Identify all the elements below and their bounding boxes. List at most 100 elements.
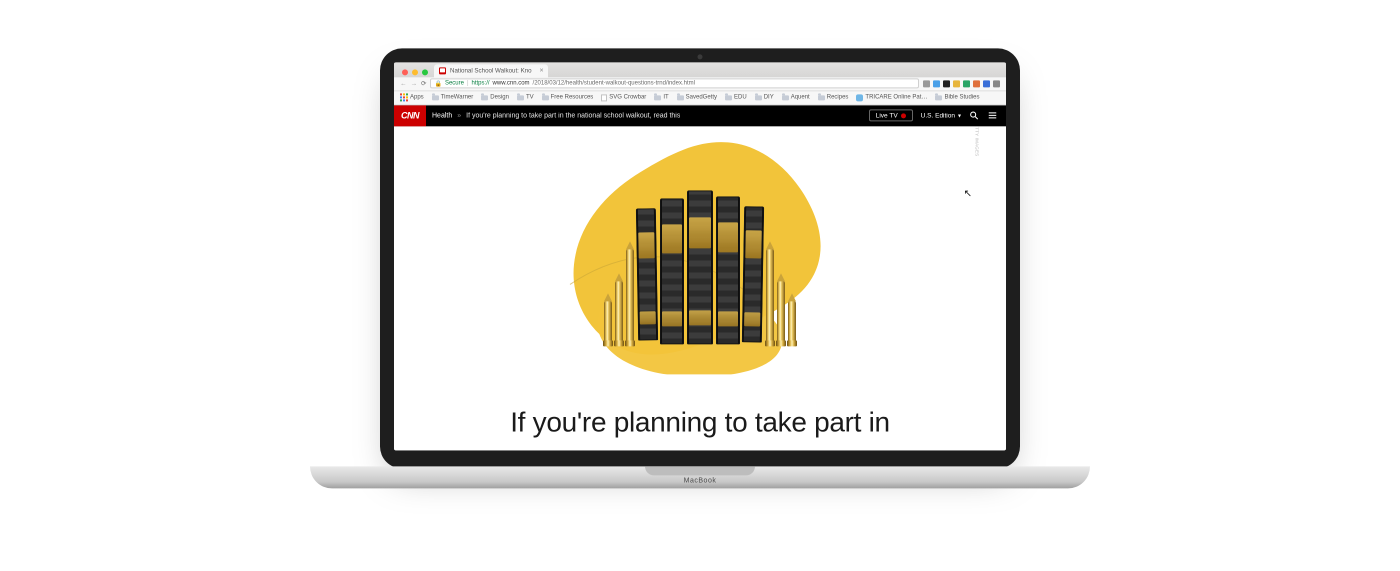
folder-icon xyxy=(654,95,661,100)
bookmark-item[interactable]: Design xyxy=(481,94,509,100)
url-host: www.cnn.com xyxy=(493,80,530,86)
extension-icon[interactable] xyxy=(963,80,970,87)
bookmark-label: DIY xyxy=(764,94,774,100)
bookmark-item[interactable]: EDU xyxy=(725,94,747,100)
article-headline: If you're planning to take part in xyxy=(510,406,890,438)
nav-back-icon[interactable]: ← xyxy=(400,80,407,87)
bookmark-label: IT xyxy=(663,94,668,100)
books-and-bullets xyxy=(604,190,796,344)
profile-icon[interactable] xyxy=(983,80,990,87)
nav-reload-icon[interactable]: ⟳ xyxy=(421,79,426,87)
extension-icon[interactable] xyxy=(943,80,950,87)
book-icon xyxy=(660,198,684,344)
bookmark-label: SavedGetty xyxy=(686,94,717,100)
bullet-icon xyxy=(615,280,623,344)
browser-toolbar: ← → ⟳ 🔒 Secure | https://www.cnn.com/201… xyxy=(394,77,1006,91)
live-tv-label: Live TV xyxy=(876,112,898,119)
folder-icon xyxy=(432,95,439,100)
tab-favicon-icon xyxy=(439,67,446,74)
bookmark-item[interactable]: SVG Crowbar xyxy=(601,94,646,101)
bookmark-item[interactable]: TV xyxy=(517,94,534,100)
extension-icons xyxy=(923,80,1000,87)
browser-tab[interactable]: National School Walkout: Kno × xyxy=(434,64,548,77)
book-icon xyxy=(742,206,764,342)
bookmark-item[interactable]: TimeWarner xyxy=(432,94,474,100)
folder-icon xyxy=(782,95,789,100)
bookmark-item[interactable]: DIY xyxy=(755,94,774,100)
article-page: CNN ILLUSTRATION/GETTY IMAGES ↖ If you'r… xyxy=(394,126,1006,450)
macbook-mockup: National School Walkout: Kno × ← → ⟳ 🔒 S… xyxy=(380,48,1020,488)
window-close-icon[interactable] xyxy=(402,69,408,75)
window-minimize-icon[interactable] xyxy=(412,69,418,75)
site-icon xyxy=(856,94,863,101)
tab-close-icon[interactable]: × xyxy=(540,67,544,74)
macbook-screen: National School Walkout: Kno × ← → ⟳ 🔒 S… xyxy=(394,62,1006,450)
live-tv-button[interactable]: Live TV xyxy=(869,109,913,121)
macbook-frame: National School Walkout: Kno × ← → ⟳ 🔒 S… xyxy=(380,48,1020,468)
mouse-cursor-icon: ↖ xyxy=(964,188,972,199)
bookmark-item[interactable]: Bible Studies xyxy=(935,94,979,100)
live-dot-icon xyxy=(901,113,906,118)
header-actions: Live TV U.S. Edition ▾ xyxy=(861,105,1006,126)
secure-label: Secure xyxy=(445,80,464,86)
bookmark-label: TRICARE Online Pat… xyxy=(865,94,927,100)
bookmark-label: Recipes xyxy=(827,94,849,100)
edition-picker[interactable]: U.S. Edition ▾ xyxy=(921,112,961,119)
url-separator: | xyxy=(467,80,469,86)
folder-icon xyxy=(935,95,942,100)
bookmark-label: TV xyxy=(526,94,534,100)
bookmark-label: Design xyxy=(490,94,509,100)
bookmark-item[interactable]: Aquent xyxy=(782,94,810,100)
breadcrumb: Health » If you're planning to take part… xyxy=(426,105,861,126)
macbook-camera xyxy=(698,54,703,59)
macbook-base: MacBook xyxy=(310,466,1090,488)
window-zoom-icon[interactable] xyxy=(422,69,428,75)
bookmark-item[interactable]: Recipes xyxy=(818,94,849,100)
extension-icon[interactable] xyxy=(933,80,940,87)
bullet-icon xyxy=(626,248,634,344)
bullet-icon xyxy=(788,300,796,344)
bookmarks-bar: Apps TimeWarner Design TV Free Resources… xyxy=(394,91,1006,105)
hero-illustration xyxy=(520,134,880,374)
apps-label: Apps xyxy=(410,94,424,100)
apps-shortcut[interactable]: Apps xyxy=(400,93,424,101)
section-link[interactable]: Health xyxy=(432,112,452,119)
breadcrumb-title[interactable]: If you're planning to take part in the n… xyxy=(466,112,680,119)
bookmark-label: Free Resources xyxy=(551,94,594,100)
folder-icon xyxy=(517,95,524,100)
folder-icon xyxy=(542,95,549,100)
bookmark-item[interactable]: Free Resources xyxy=(542,94,594,100)
extension-icon[interactable] xyxy=(973,80,980,87)
chrome-menu-icon[interactable] xyxy=(993,80,1000,87)
bookmark-label: TimeWarner xyxy=(441,94,474,100)
bookmark-item[interactable]: IT xyxy=(654,94,668,100)
extension-icon[interactable] xyxy=(953,80,960,87)
address-bar[interactable]: 🔒 Secure | https://www.cnn.com/2018/03/1… xyxy=(430,78,919,88)
macbook-brand-label: MacBook xyxy=(684,477,717,484)
folder-icon xyxy=(818,95,825,100)
bookmark-label: Aquent xyxy=(791,94,810,100)
apps-grid-icon xyxy=(400,93,408,101)
book-icon xyxy=(636,208,658,340)
menu-icon[interactable] xyxy=(987,110,998,120)
bookmark-label: SVG Crowbar xyxy=(609,94,646,100)
bullet-icon xyxy=(766,248,774,344)
bookmark-item[interactable]: SavedGetty xyxy=(677,94,717,100)
edition-label: U.S. Edition xyxy=(921,112,955,119)
folder-icon xyxy=(725,95,732,100)
tab-title: National School Walkout: Kno xyxy=(450,67,532,74)
bookmark-label: EDU xyxy=(734,94,747,100)
bookmark-item[interactable]: TRICARE Online Pat… xyxy=(856,94,927,101)
page-icon xyxy=(601,94,607,101)
chevron-down-icon: ▾ xyxy=(958,112,961,119)
search-icon[interactable] xyxy=(969,110,979,120)
bookmark-label: Bible Studies xyxy=(944,94,979,100)
window-controls[interactable] xyxy=(399,69,434,77)
bullet-icon xyxy=(777,280,785,344)
bookmark-star-icon[interactable] xyxy=(923,80,930,87)
image-credit: CNN ILLUSTRATION/GETTY IMAGES xyxy=(975,126,980,156)
cnn-logo[interactable]: CNN xyxy=(394,105,426,126)
nav-forward-icon[interactable]: → xyxy=(411,80,418,87)
url-path: /2018/03/12/health/student-walkout-quest… xyxy=(533,80,695,86)
browser-tabstrip: National School Walkout: Kno × xyxy=(394,62,1006,77)
